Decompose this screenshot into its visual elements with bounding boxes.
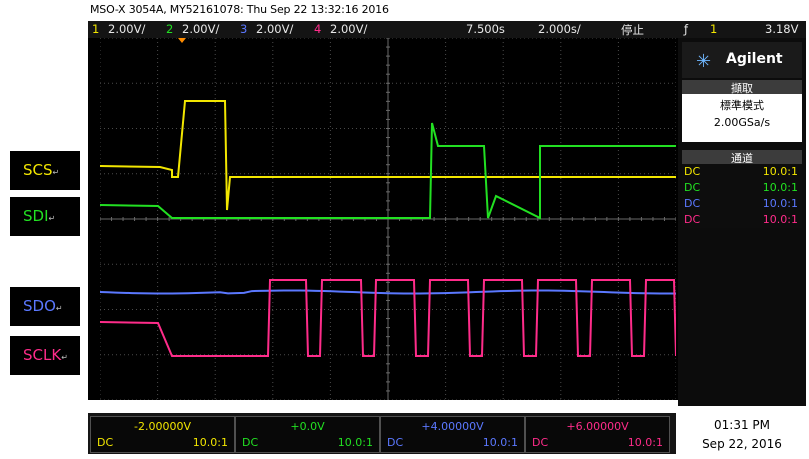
- ch3-scale[interactable]: 2.00V/: [256, 22, 293, 36]
- ch4-offset-cell[interactable]: +6.00000V DC 10.0:1: [525, 416, 670, 453]
- ch2-offset-cell[interactable]: +0.0V DC 10.0:1: [235, 416, 380, 453]
- ch1-number[interactable]: 1: [92, 22, 99, 36]
- acquisition-mode: 標準模式: [720, 99, 764, 112]
- ch4-offset-probe: 10.0:1: [627, 436, 663, 449]
- run-state[interactable]: 停止: [621, 22, 644, 38]
- trigger-channel[interactable]: 1: [710, 22, 717, 36]
- window-title: MSO-X 3054A, MY52161078: Thu Sep 22 13:3…: [90, 3, 389, 16]
- channel-row-4[interactable]: DC 10.0:1: [682, 212, 802, 228]
- channels-header[interactable]: 通道: [682, 150, 802, 165]
- ch3-offset-cell[interactable]: +4.00000V DC 10.0:1: [380, 416, 525, 453]
- channel-row-2[interactable]: DC 10.0:1: [682, 180, 802, 196]
- ch1-offset-probe: 10.0:1: [192, 436, 228, 449]
- clock-time: 01:31 PM: [714, 418, 770, 432]
- ch2-scale[interactable]: 2.00V/: [182, 22, 219, 36]
- brand-logo: ✳ Agilent: [682, 42, 802, 78]
- ch3-number[interactable]: 3: [240, 22, 247, 36]
- signal-label-sclk: SCLK↵: [10, 336, 80, 375]
- ch1-offset-coupling: DC: [97, 436, 114, 449]
- acquisition-box[interactable]: 標準模式 2.00GSa/s: [682, 94, 802, 142]
- delay-value[interactable]: 7.500s: [466, 22, 505, 36]
- timebase-value[interactable]: 2.000s/: [538, 22, 581, 36]
- ch4-offset: +6.00000V: [566, 420, 629, 433]
- right-info-panel: ✳ Agilent 擷取 標準模式 2.00GSa/s 通道 DC 10.0:1 …: [678, 38, 806, 406]
- ch1-coupling: DC: [684, 165, 701, 178]
- clock-display: 01:31 PM Sep 22, 2016: [678, 413, 806, 455]
- channel-offset-bar: -2.00000V DC 10.0:1 +0.0V DC 10.0:1 +4.0…: [88, 413, 676, 454]
- channel-row-3[interactable]: DC 10.0:1: [682, 196, 802, 212]
- channels-table: DC 10.0:1 DC 10.0:1 DC 10.0:1 DC 10.0:1: [682, 164, 802, 228]
- ch3-offset-probe: 10.0:1: [482, 436, 518, 449]
- signal-label-sdo: SDO↵: [10, 287, 80, 326]
- signal-label-scs: SCS↵: [10, 151, 80, 190]
- brand-name: Agilent: [726, 51, 783, 67]
- graticule: T1234: [100, 38, 676, 400]
- trigger-edge-icon: ƒ: [684, 22, 689, 36]
- ch2-probe: 10.0:1: [762, 181, 798, 194]
- acquisition-header[interactable]: 擷取: [682, 80, 802, 95]
- signal-label-sdi-text: SDI↵: [23, 207, 56, 225]
- channel-scale-bar: 1 2.00V/ 2 2.00V/ 3 2.00V/ 4 2.00V/ 7.50…: [88, 21, 806, 38]
- ch1-offset: -2.00000V: [134, 420, 191, 433]
- ch4-offset-coupling: DC: [532, 436, 549, 449]
- waveform-display[interactable]: T1234: [88, 38, 678, 400]
- signal-label-scs-text: SCS↵: [23, 161, 60, 179]
- ch4-scale[interactable]: 2.00V/: [330, 22, 367, 36]
- ch2-offset-probe: 10.0:1: [337, 436, 373, 449]
- ch3-offset: +4.00000V: [421, 420, 484, 433]
- ch4-number[interactable]: 4: [314, 22, 321, 36]
- ch3-coupling: DC: [684, 197, 701, 210]
- channel-markers: T1234: [178, 38, 186, 43]
- ch1-offset-cell[interactable]: -2.00000V DC 10.0:1: [90, 416, 235, 453]
- ch3-probe: 10.0:1: [762, 197, 798, 210]
- agilent-spark-icon: ✳: [696, 51, 712, 72]
- signal-label-sclk-text: SCLK↵: [23, 346, 68, 364]
- ch2-offset-coupling: DC: [242, 436, 259, 449]
- ch1-probe: 10.0:1: [762, 165, 798, 178]
- ch1-scale[interactable]: 2.00V/: [108, 22, 145, 36]
- ch4-coupling: DC: [684, 213, 701, 226]
- trigger-position-marker: [178, 38, 186, 43]
- clock-date: Sep 22, 2016: [702, 437, 782, 451]
- ch2-offset: +0.0V: [290, 420, 325, 433]
- ch3-offset-coupling: DC: [387, 436, 404, 449]
- signal-label-sdi: SDI↵: [10, 197, 80, 236]
- trigger-level[interactable]: 3.18V: [765, 22, 798, 36]
- ch2-number[interactable]: 2: [166, 22, 173, 36]
- ch2-coupling: DC: [684, 181, 701, 194]
- signal-label-sdo-text: SDO↵: [23, 297, 63, 315]
- channel-row-1[interactable]: DC 10.0:1: [682, 164, 802, 180]
- sample-rate: 2.00GSa/s: [713, 116, 771, 129]
- ch4-probe: 10.0:1: [762, 213, 798, 226]
